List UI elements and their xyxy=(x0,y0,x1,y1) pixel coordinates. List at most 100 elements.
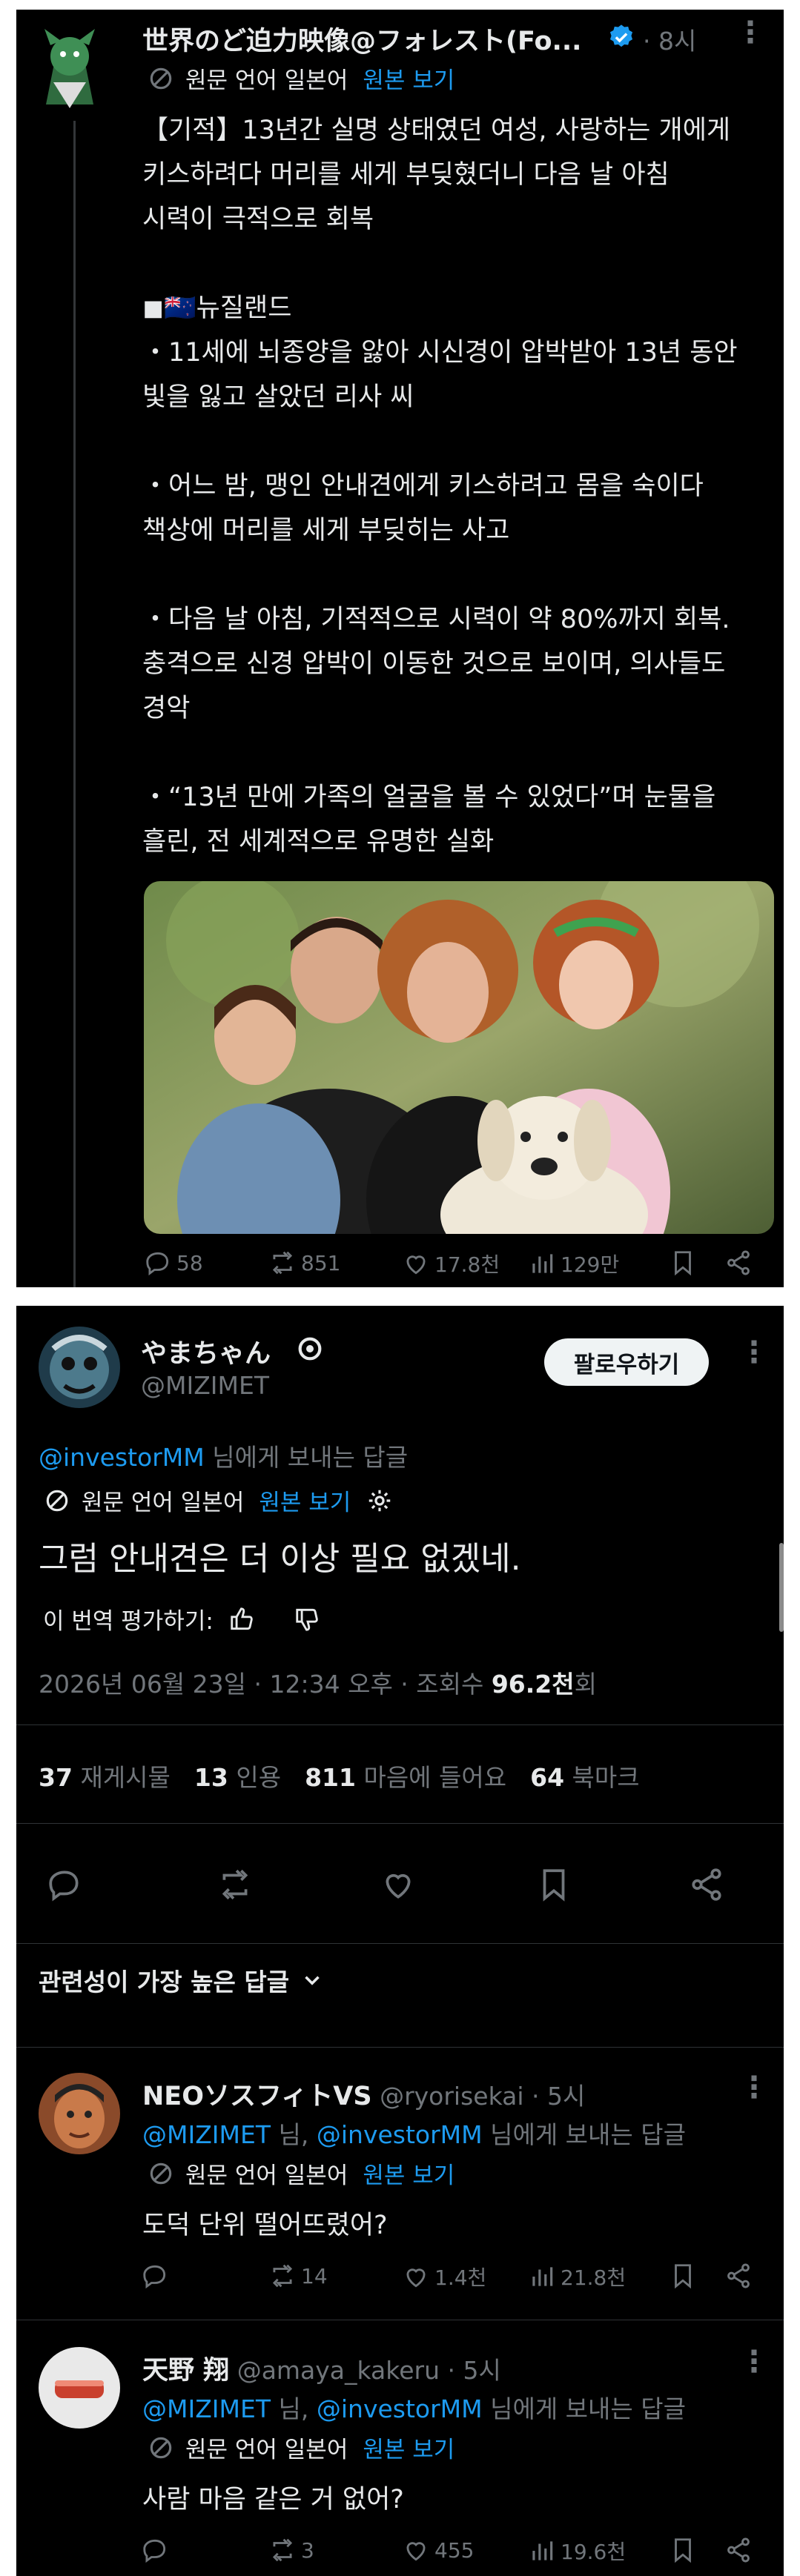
translate-icon xyxy=(150,67,172,89)
like-button[interactable]: 1.4천 xyxy=(402,2262,486,2291)
retweet-button[interactable]: 3 xyxy=(268,2536,314,2564)
bookmark-button[interactable] xyxy=(669,2262,697,2290)
reply-mention[interactable]: @MIZIMET xyxy=(142,2120,271,2149)
reply-count: 58 xyxy=(176,1250,203,1275)
reply-author-name[interactable]: NEOソスフィトVS xyxy=(142,2082,372,2111)
views-button[interactable]: 19.6천 xyxy=(528,2536,626,2566)
thumbs-down-icon[interactable] xyxy=(294,1605,322,1633)
retweet-count: 14 xyxy=(301,2263,328,2288)
reply-mention[interactable]: @investorMM xyxy=(317,2394,483,2423)
reply-mention[interactable]: @investorMM xyxy=(39,1443,205,1472)
tweet-body-line: 흘린, 전 세계적으로 유명한 실화 xyxy=(142,827,495,857)
like-button[interactable]: 17.8천 xyxy=(402,1249,500,1278)
like-count: 1.4천 xyxy=(434,2265,487,2290)
chevron-down-icon xyxy=(305,1976,320,1985)
retweet-button[interactable] xyxy=(216,1866,254,1903)
bookmark-button[interactable] xyxy=(669,1249,697,1277)
views-chart-icon xyxy=(532,1254,553,1273)
reply-mention[interactable]: @MIZIMET xyxy=(142,2394,271,2423)
translation-row: 원문 언어 일본어 원본 보기 xyxy=(147,2157,454,2190)
share-button[interactable] xyxy=(724,1249,753,1277)
sort-label: 관련성이 가장 높은 답글 xyxy=(39,1968,290,1996)
share-button[interactable] xyxy=(724,2262,753,2290)
views-chart-icon xyxy=(532,2267,553,2286)
share-icon xyxy=(727,2263,750,2288)
reply-icon xyxy=(143,2539,166,2563)
reply-context: @MIZIMET 님, @investorMM 님에게 보내는 답글 xyxy=(142,2115,686,2151)
more-options-icon[interactable]: ⋮ xyxy=(739,1335,769,1370)
tweet-photo[interactable] xyxy=(144,881,774,1234)
reply-context-sep: 님, xyxy=(271,2394,317,2423)
reply-mention[interactable]: @investorMM xyxy=(317,2120,483,2149)
share-icon xyxy=(727,2537,750,2563)
reply-author-name[interactable]: 天野 翔 xyxy=(142,2356,229,2386)
retweet-button[interactable]: 851 xyxy=(268,1249,340,1277)
tweet-body-line: 빛을 잃고 살았던 리사 씨 xyxy=(142,382,414,412)
heart-icon xyxy=(406,2542,426,2561)
reply-author-handle[interactable]: @amaya_kakeru xyxy=(237,2356,440,2385)
reply-button[interactable]: 58 xyxy=(144,1249,203,1277)
like-count: 17.8천 xyxy=(434,1252,500,1277)
share-button[interactable] xyxy=(724,2536,753,2564)
count-quotes[interactable]: 13 인용 xyxy=(194,1758,281,1793)
tweet-body-line: ・어느 밤, 맹인 안내견에게 키스하려고 몸을 숙이다 xyxy=(142,471,704,501)
reply-avatar[interactable] xyxy=(39,2073,120,2154)
reply-button[interactable] xyxy=(141,2262,169,2290)
reply-context-suffix: 님에게 보내는 답글 xyxy=(482,2394,686,2423)
bookmark-button[interactable] xyxy=(535,1866,572,1903)
tweet-body-line: 책상에 머리를 세게 부딪히는 사고 xyxy=(142,516,510,545)
author-name[interactable]: やまちゃん xyxy=(141,1332,271,1370)
thread-line xyxy=(73,121,76,1287)
views-suffix: 회 xyxy=(574,1670,597,1699)
views-button[interactable]: 129만 xyxy=(528,1249,619,1278)
reply-time[interactable]: · 5시 xyxy=(532,2082,585,2111)
reply-icon xyxy=(49,1870,79,1902)
author-avatar[interactable] xyxy=(39,1327,120,1408)
reply-time[interactable]: · 5시 xyxy=(448,2356,501,2385)
reply-header: 天野 翔 @amaya_kakeru · 5시 xyxy=(142,2349,501,2387)
count-likes[interactable]: 811 마음에 들어요 xyxy=(305,1758,506,1793)
tweet-body-line: 경악 xyxy=(142,694,191,723)
thumbs-up-icon[interactable] xyxy=(228,1605,257,1633)
like-button[interactable]: 455 xyxy=(402,2536,474,2564)
translation-row: 원문 언어 일본어 원본 보기 xyxy=(147,2431,454,2464)
reply-header: NEOソスフィトVS @ryorisekai · 5시 xyxy=(142,2075,585,2113)
more-options-icon[interactable]: ⋮ xyxy=(739,2071,769,2105)
translate-icon xyxy=(46,1490,68,1511)
reply-button[interactable] xyxy=(141,2536,169,2564)
reply-author-handle[interactable]: @ryorisekai xyxy=(380,2082,523,2111)
tweet-body-line: ・“13년 만에 가족의 얼굴을 볼 수 있었다”며 눈물을 xyxy=(142,783,716,812)
retweet-count: 3 xyxy=(301,2537,314,2563)
retweet-button[interactable]: 14 xyxy=(268,2262,328,2290)
like-button[interactable] xyxy=(380,1866,417,1903)
more-options-icon[interactable]: ⋮ xyxy=(735,16,765,50)
reply-button[interactable] xyxy=(46,1866,83,1903)
views-count: 96.2천 xyxy=(491,1670,575,1699)
views-button[interactable]: 21.8천 xyxy=(528,2262,626,2291)
more-options-icon[interactable]: ⋮ xyxy=(739,2345,769,2379)
count-bookmarks[interactable]: 64 북마크 xyxy=(530,1758,640,1793)
view-original-link[interactable]: 원본 보기 xyxy=(363,2157,454,2190)
heart-icon xyxy=(406,1255,426,1275)
sort-replies-dropdown[interactable]: 관련성이 가장 높은 답글 xyxy=(39,1943,325,2017)
author-name[interactable]: 世界のど迫力映像@フォレスト(Fo... xyxy=(142,20,581,58)
translation-note: 원문 언어 일본어 xyxy=(185,67,348,94)
share-button[interactable] xyxy=(688,1866,725,1903)
translate-icon xyxy=(150,2437,172,2458)
engagement-counts: 37 재게시물 13 인용 811 마음에 들어요 64 북마크 xyxy=(39,1758,640,1793)
count-reposts[interactable]: 37 재게시물 xyxy=(39,1758,171,1793)
reply-avatar[interactable] xyxy=(39,2347,120,2429)
gear-icon[interactable] xyxy=(366,1487,394,1515)
bookmark-button[interactable] xyxy=(669,2536,697,2564)
tweet-datetime: 2026년 06월 23일 · 12:34 오후 · 조회수 96.2천회 xyxy=(39,1664,597,1700)
tweet-time[interactable]: · 8시 xyxy=(643,21,696,57)
author-handle[interactable]: @MIZIMET xyxy=(141,1371,269,1400)
view-original-link[interactable]: 원본 보기 xyxy=(363,2431,454,2464)
author-avatar[interactable] xyxy=(31,23,108,112)
view-original-link[interactable]: 원본 보기 xyxy=(363,62,454,95)
translation-row: 원문 언어 일본어 원본 보기 xyxy=(43,1484,394,1517)
datetime-text: 2026년 06월 23일 · 12:34 오후 · 조회수 xyxy=(39,1670,492,1699)
scrollbar[interactable] xyxy=(779,1543,784,1632)
follow-button[interactable]: 팔로우하기 xyxy=(544,1338,709,1386)
view-original-link[interactable]: 원본 보기 xyxy=(259,1484,351,1517)
